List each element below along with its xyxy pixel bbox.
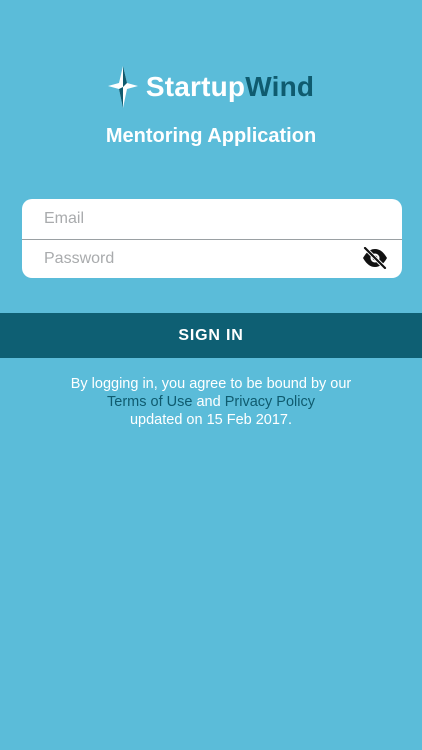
page-title: Mentoring Application (105, 125, 317, 147)
legal-line-1: By logging in, you agree to be bound by … (70, 376, 352, 392)
brand-name-part2: Wind (245, 71, 315, 102)
legal-line-3: updated on 15 Feb 2017. (129, 412, 293, 428)
legal-notice: By logging in, you agree to be bound by … (0, 375, 422, 429)
eye-slash-icon (363, 247, 387, 269)
password-visibility-toggle[interactable] (360, 245, 390, 271)
compass-star-icon (107, 66, 138, 108)
password-field[interactable] (22, 239, 402, 278)
legal-and-text: and (192, 394, 221, 410)
brand-logo: StartupWind (0, 66, 422, 108)
login-form-card (22, 199, 402, 278)
brand-name-part1: Startup (145, 71, 246, 102)
legal-line-2: Terms of Use and Privacy Policy (0, 393, 422, 411)
terms-of-use-link[interactable]: Terms of Use (107, 394, 192, 410)
email-field[interactable] (22, 199, 402, 238)
brand-name: StartupWind (146, 71, 314, 103)
sign-in-button[interactable]: SIGN IN (0, 313, 422, 358)
privacy-policy-link[interactable]: Privacy Policy (225, 394, 315, 410)
